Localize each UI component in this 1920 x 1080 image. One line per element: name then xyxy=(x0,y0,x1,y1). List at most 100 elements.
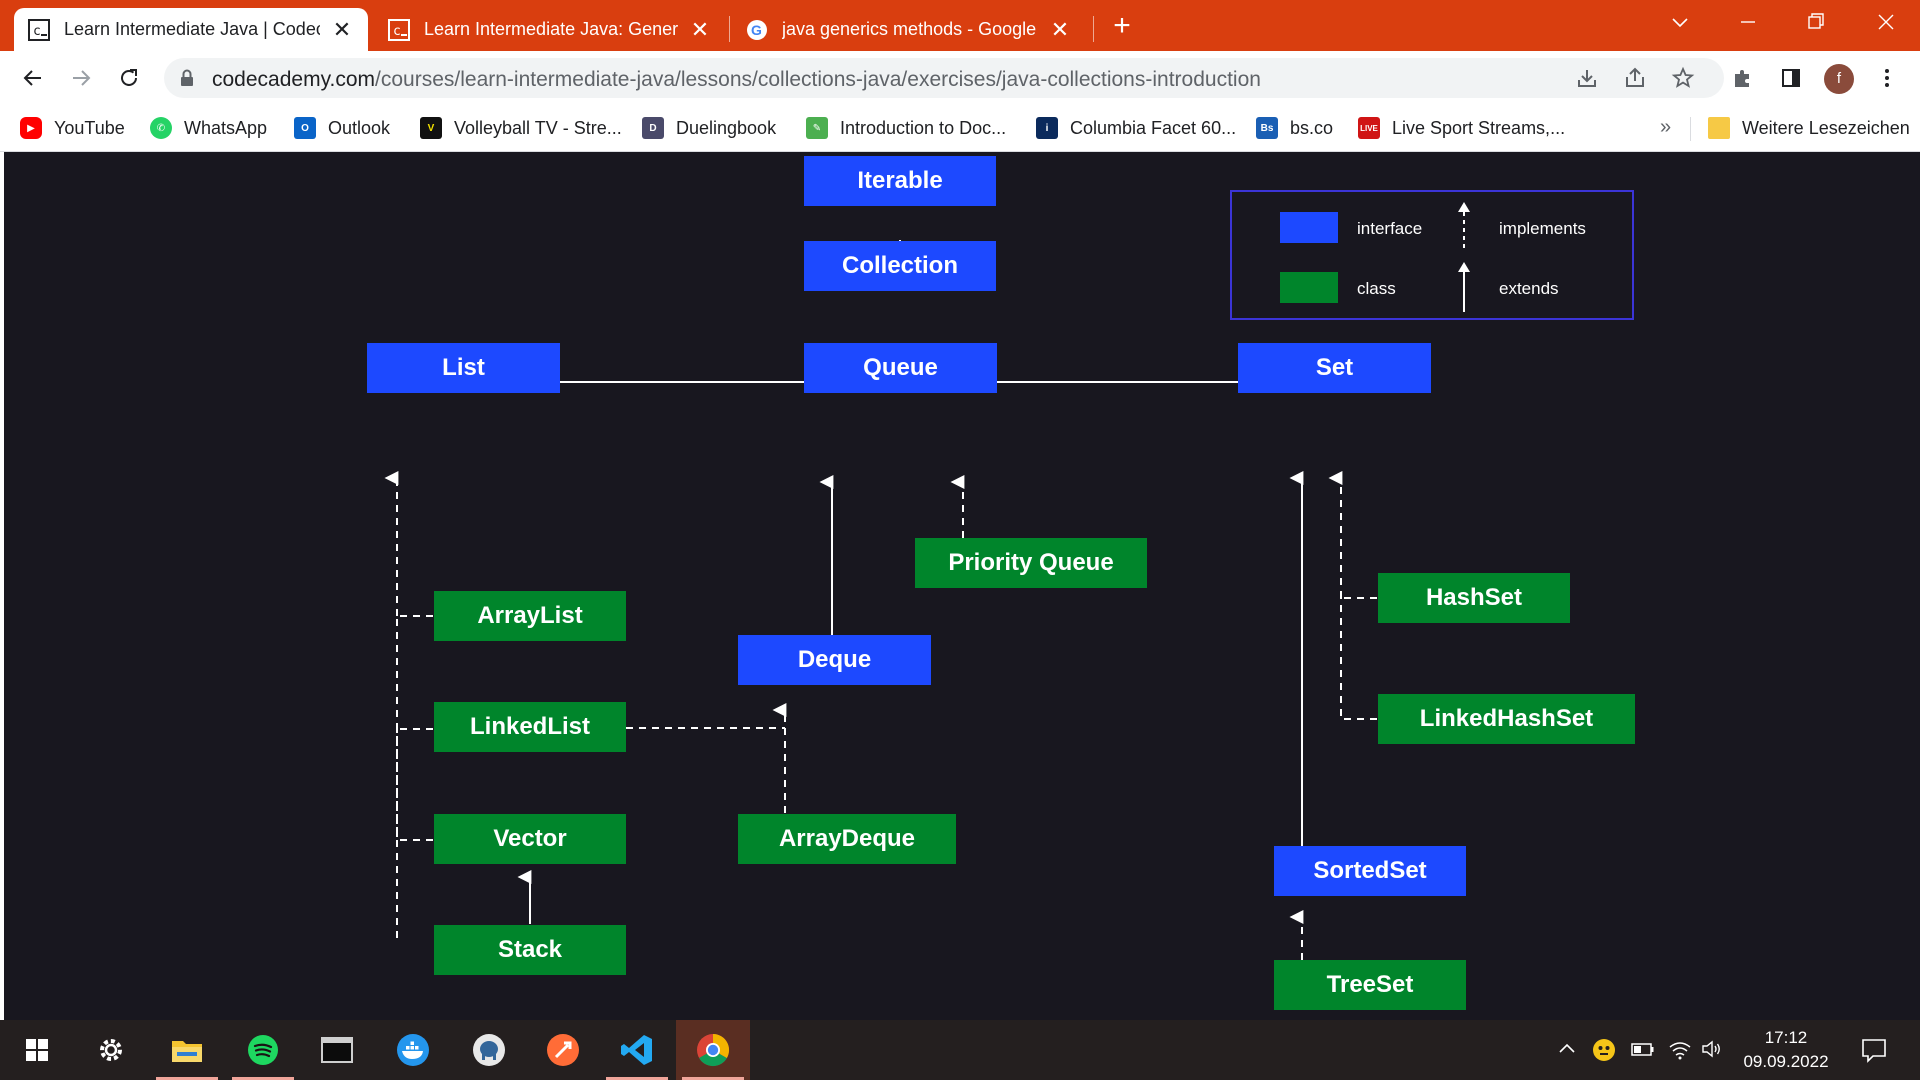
bookmark-columbia-facet[interactable]: i Columbia Facet 60... xyxy=(1036,115,1236,141)
legend-interface-label: interface xyxy=(1357,219,1423,238)
node-vector: Vector xyxy=(434,814,626,864)
windows-start-icon[interactable] xyxy=(0,1020,74,1080)
bs-icon: Bs xyxy=(1256,117,1278,139)
bookmark-label: Volleyball TV - Stre... xyxy=(454,117,622,138)
url-path: /courses/learn-intermediate-java/lessons… xyxy=(375,68,1261,91)
install-app-icon[interactable] xyxy=(1572,63,1602,93)
bookmark-label: YouTube xyxy=(54,117,125,138)
outlook-icon: O xyxy=(294,117,316,139)
tab-codecademy-generics[interactable]: c Learn Intermediate Java: Generics ✕ xyxy=(374,8,726,51)
vscode-icon[interactable] xyxy=(600,1020,674,1080)
back-arrow-icon[interactable] xyxy=(18,63,48,93)
legend-class-label: class xyxy=(1357,279,1396,298)
extensions-puzzle-icon[interactable] xyxy=(1728,63,1758,93)
close-tab-icon[interactable]: ✕ xyxy=(1048,17,1072,42)
node-hashset: HashSet xyxy=(1378,573,1570,623)
bookmark-label: bs.co xyxy=(1290,117,1334,138)
battery-icon[interactable] xyxy=(1630,1038,1656,1065)
close-tab-icon[interactable]: ✕ xyxy=(330,17,354,42)
bookmark-youtube[interactable]: ▶ YouTube xyxy=(20,115,125,141)
elephant-app-icon[interactable] xyxy=(452,1020,526,1080)
tab-separator xyxy=(729,16,730,42)
node-collection: Collection xyxy=(804,241,996,291)
legend-interface-swatch xyxy=(1280,212,1338,243)
tab-search-icon[interactable] xyxy=(1660,6,1700,38)
legend-arrows-icon xyxy=(1458,202,1470,312)
tab-title: Learn Intermediate Java: Generics xyxy=(424,19,678,39)
diagram-legend: interface class implements extends xyxy=(1230,190,1634,320)
duelingbook-icon: D xyxy=(642,117,664,139)
bookmark-label: Duelingbook xyxy=(676,117,777,138)
google-favicon-icon: G xyxy=(746,19,768,41)
node-set: Set xyxy=(1238,343,1431,393)
minimize-window-icon[interactable] xyxy=(1728,6,1768,38)
bookmark-live-sport-streams[interactable]: LIVE Live Sport Streams,... xyxy=(1358,115,1565,141)
url-host: codecademy.com xyxy=(212,68,376,91)
node-iterable: Iterable xyxy=(804,156,996,206)
bookmark-folder-other[interactable]: Weitere Lesezeichen xyxy=(1708,115,1910,141)
lock-icon xyxy=(180,69,194,92)
kebab-menu-icon[interactable] xyxy=(1872,63,1902,93)
volleyball-tv-icon: V xyxy=(420,117,442,139)
node-sortedset: SortedSet xyxy=(1274,846,1466,896)
show-hidden-icons-chevron-icon[interactable] xyxy=(1556,1038,1578,1065)
reload-icon[interactable] xyxy=(114,63,144,93)
profile-avatar[interactable]: f xyxy=(1824,64,1854,94)
postman-icon[interactable] xyxy=(526,1020,600,1080)
bookmarks-separator xyxy=(1690,117,1691,141)
tab-codecademy-intermediate-java[interactable]: c Learn Intermediate Java | Codeca ✕ xyxy=(14,8,368,51)
forward-arrow-icon[interactable] xyxy=(66,63,96,93)
bookmark-duelingbook[interactable]: D Duelingbook xyxy=(642,115,776,141)
notification-center-icon[interactable] xyxy=(1860,1036,1888,1069)
url-text: codecademy.com/courses/learn-intermediat… xyxy=(212,68,1261,92)
node-priorityqueue: Priority Queue xyxy=(915,538,1147,588)
lesson-content: Iterable Collection List Queue Set Deque… xyxy=(0,152,1920,1020)
node-arraydeque: ArrayDeque xyxy=(738,814,956,864)
restore-window-icon[interactable] xyxy=(1796,6,1836,38)
tab-google-search[interactable]: G java generics methods - Google S ✕ xyxy=(732,8,1086,51)
wifi-icon[interactable] xyxy=(1668,1038,1692,1065)
node-arraylist: ArrayList xyxy=(434,591,626,641)
docs-icon: ✎ xyxy=(806,117,828,139)
columbia-icon: i xyxy=(1036,117,1058,139)
side-panel-icon[interactable] xyxy=(1776,63,1806,93)
more-bookmarks-chevron-icon[interactable]: » xyxy=(1660,116,1671,139)
node-deque: Deque xyxy=(738,635,931,685)
bookmark-label: Outlook xyxy=(328,117,391,138)
node-treeset: TreeSet xyxy=(1274,960,1466,1010)
bookmark-whatsapp[interactable]: ✆ WhatsApp xyxy=(150,115,267,141)
svg-text:c: c xyxy=(33,24,41,39)
whatsapp-icon: ✆ xyxy=(150,117,172,139)
bookmark-volleyball-tv[interactable]: V Volleyball TV - Stre... xyxy=(420,115,622,141)
spotify-icon[interactable] xyxy=(226,1020,300,1080)
tab-title: java generics methods - Google S xyxy=(782,19,1038,39)
node-queue: Queue xyxy=(804,343,997,393)
legend-implements-label: implements xyxy=(1499,219,1586,238)
edge-vector-to-list xyxy=(396,729,433,841)
address-bar[interactable]: codecademy.com/courses/learn-intermediat… xyxy=(164,58,1724,98)
bookmark-outlook[interactable]: O Outlook xyxy=(294,115,390,141)
node-stack: Stack xyxy=(434,925,626,975)
bookmark-label: Introduction to Doc... xyxy=(840,117,1007,138)
terminal-icon[interactable] xyxy=(300,1020,374,1080)
tab-title: Learn Intermediate Java | Codeca xyxy=(64,19,320,39)
docker-icon[interactable] xyxy=(376,1020,450,1080)
share-icon[interactable] xyxy=(1620,63,1650,93)
new-tab-button[interactable]: + xyxy=(1107,11,1137,42)
bookmark-label: Weitere Lesezeichen xyxy=(1742,117,1910,138)
tray-app-icon[interactable] xyxy=(1592,1038,1616,1067)
bookmarks-bar: ▶ YouTube ✆ WhatsApp O Outlook V Volleyb… xyxy=(0,105,1920,152)
bookmark-bs-co[interactable]: Bs bs.co xyxy=(1256,115,1333,141)
close-window-icon[interactable] xyxy=(1866,6,1906,38)
codecademy-favicon-icon: c xyxy=(388,18,410,41)
edge-arraylist-to-list xyxy=(396,615,433,942)
svg-text:G: G xyxy=(751,22,762,38)
system-clock[interactable]: 17:12 09.09.2022 xyxy=(1716,1026,1856,1074)
chrome-icon[interactable] xyxy=(676,1020,750,1080)
edge-linkedhashset-to-set xyxy=(1340,598,1377,720)
bookmark-introduction-to-doc[interactable]: ✎ Introduction to Doc... xyxy=(806,115,1006,141)
file-explorer-icon[interactable] xyxy=(150,1020,224,1080)
bookmark-star-icon[interactable] xyxy=(1668,63,1698,93)
settings-gear-icon[interactable] xyxy=(74,1020,148,1080)
close-tab-icon[interactable]: ✕ xyxy=(688,17,712,42)
